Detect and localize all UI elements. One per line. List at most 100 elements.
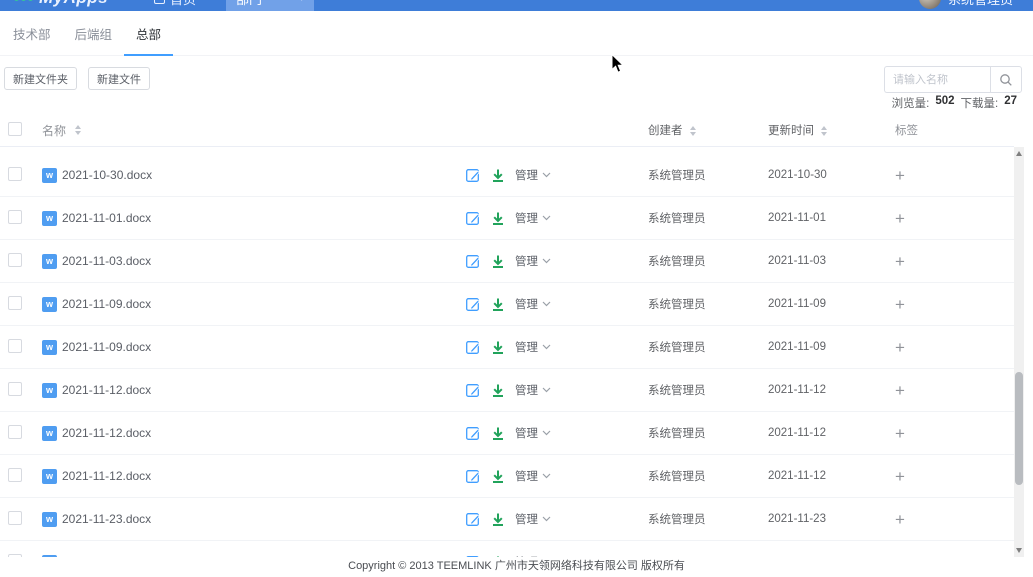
word-file-icon: w (42, 469, 57, 484)
sort-icon[interactable] (75, 125, 81, 135)
search-input[interactable] (884, 66, 990, 93)
row-checkbox[interactable] (8, 511, 22, 525)
column-header-updated[interactable]: 更新时间 (768, 125, 814, 137)
file-name[interactable]: 2021-11-23.docx (62, 512, 151, 526)
edit-button[interactable] (465, 382, 481, 398)
chevron-down-icon (542, 215, 551, 221)
file-name[interactable]: 2021-11-09.docx (62, 297, 151, 311)
row-checkbox[interactable] (8, 339, 22, 353)
app-logo[interactable]: MyApps (14, 0, 124, 8)
tab-headquarters[interactable]: 总部 (124, 11, 173, 56)
manage-dropdown[interactable]: 管理 (515, 511, 551, 527)
edit-button[interactable] (465, 425, 481, 441)
file-name[interactable]: 2021-11-12.docx (62, 383, 151, 397)
views-value: 502 (935, 95, 954, 111)
edit-button[interactable] (465, 511, 481, 527)
add-tag-button[interactable]: + (895, 339, 905, 356)
edit-button[interactable] (465, 210, 481, 226)
top-navbar: MyApps 首页 部门 ▾ 系统管理员 ˇ (0, 0, 1033, 11)
add-tag-button[interactable]: + (895, 382, 905, 399)
creator-cell: 系统管理员 (648, 468, 768, 484)
column-header-tags: 标签 (895, 125, 918, 137)
edit-button[interactable] (465, 167, 481, 183)
add-tag-button[interactable]: + (895, 511, 905, 528)
edit-button[interactable] (465, 339, 481, 355)
row-checkbox[interactable] (8, 210, 22, 224)
add-tag-button[interactable]: + (895, 167, 905, 184)
tab-backend-group[interactable]: 后端组 (63, 11, 125, 56)
manage-dropdown[interactable]: 管理 (515, 167, 551, 183)
scrollbar-thumb[interactable] (1015, 372, 1023, 485)
manage-dropdown[interactable]: 管理 (515, 382, 551, 398)
table-row: w 2021-11-03.docx 管理 (0, 240, 1014, 283)
manage-dropdown[interactable]: 管理 (515, 253, 551, 269)
add-tag-button[interactable]: + (895, 296, 905, 313)
scroll-up-icon[interactable] (1016, 151, 1022, 156)
row-checkbox[interactable] (8, 382, 22, 396)
download-button[interactable] (491, 340, 505, 355)
edit-button[interactable] (465, 468, 481, 484)
add-tag-button[interactable]: + (895, 468, 905, 485)
column-header-name[interactable]: 名称 (42, 122, 66, 139)
manage-dropdown[interactable]: 管理 (515, 425, 551, 441)
table-row: w 2021-11-12.docx 管理 (0, 455, 1014, 498)
row-checkbox[interactable] (8, 468, 22, 482)
row-checkbox[interactable] (8, 253, 22, 267)
manage-dropdown[interactable]: 管理 (515, 339, 551, 355)
word-file-icon: w (42, 254, 57, 269)
word-file-icon: w (42, 340, 57, 355)
file-name[interactable]: 2021-11-09.docx (62, 340, 151, 354)
creator-cell: 系统管理员 (648, 253, 768, 269)
file-name[interactable]: 2021-11-03.docx (62, 254, 151, 268)
download-icon (491, 211, 505, 226)
table-row: w 2021-11-12.docx 管理 (0, 369, 1014, 412)
add-tag-button[interactable]: + (895, 210, 905, 227)
add-tag-button[interactable]: + (895, 253, 905, 270)
select-all-checkbox[interactable] (8, 122, 22, 136)
manage-dropdown[interactable]: 管理 (515, 296, 551, 312)
manage-dropdown[interactable]: 管理 (515, 210, 551, 226)
download-icon (491, 168, 505, 183)
manage-label: 管理 (515, 167, 538, 183)
file-name[interactable]: 2021-11-12.docx (62, 426, 151, 440)
updated-cell: 2021-10-30 (768, 169, 895, 181)
sort-icon[interactable] (690, 126, 696, 136)
user-menu[interactable]: 系统管理员 ˇ (919, 0, 1023, 9)
file-name[interactable]: 2021-10-30.docx (62, 168, 152, 182)
table-row: w 管理 (0, 541, 1014, 557)
updated-cell: 2021-11-09 (768, 298, 895, 310)
sort-icon[interactable] (821, 126, 827, 136)
manage-label: 管理 (515, 511, 538, 527)
tab-tech-dept[interactable]: 技术部 (0, 11, 63, 56)
column-header-creator[interactable]: 创建者 (648, 125, 683, 137)
new-file-button[interactable]: 新建文件 (88, 67, 150, 90)
creator-cell: 系统管理员 (648, 210, 768, 226)
file-name[interactable]: 2021-11-12.docx (62, 469, 151, 483)
row-checkbox[interactable] (8, 425, 22, 439)
manage-label: 管理 (515, 210, 538, 226)
download-button[interactable] (491, 297, 505, 312)
download-button[interactable] (491, 512, 505, 527)
add-tag-button[interactable]: + (895, 425, 905, 442)
download-button[interactable] (491, 254, 505, 269)
new-folder-button[interactable]: 新建文件夹 (4, 67, 77, 90)
download-button[interactable] (491, 168, 505, 183)
download-button[interactable] (491, 469, 505, 484)
department-dropdown[interactable]: 部门 ▾ (226, 0, 314, 11)
row-checkbox[interactable] (8, 167, 22, 181)
word-file-icon: w (42, 426, 57, 441)
download-button[interactable] (491, 383, 505, 398)
nav-item-home[interactable]: 首页 (146, 0, 204, 11)
vertical-scrollbar[interactable] (1014, 147, 1024, 557)
manage-dropdown[interactable]: 管理 (515, 468, 551, 484)
edit-button[interactable] (465, 253, 481, 269)
download-button[interactable] (491, 211, 505, 226)
scroll-down-icon[interactable] (1016, 548, 1022, 553)
edit-icon (465, 253, 481, 269)
search-button[interactable] (990, 66, 1022, 93)
download-button[interactable] (491, 426, 505, 441)
file-name[interactable]: 2021-11-01.docx (62, 211, 151, 225)
edit-button[interactable] (465, 296, 481, 312)
toolbar: 新建文件夹 新建文件 (4, 67, 150, 90)
row-checkbox[interactable] (8, 296, 22, 310)
